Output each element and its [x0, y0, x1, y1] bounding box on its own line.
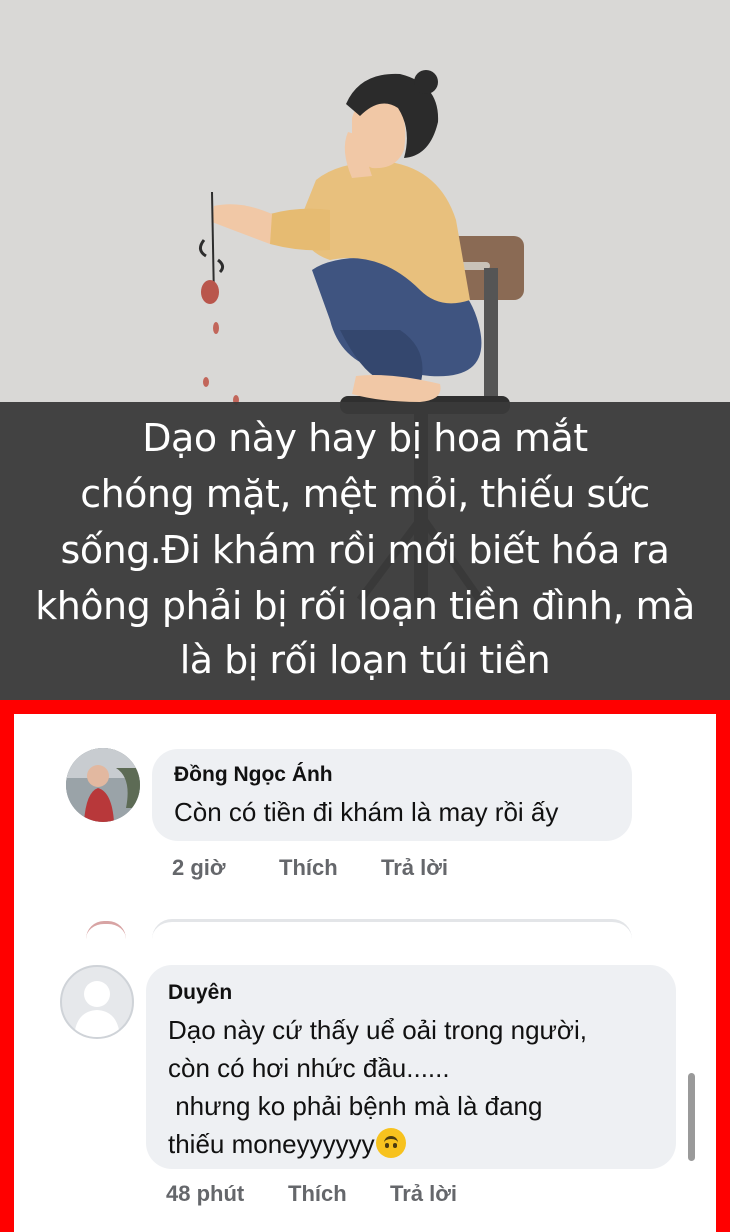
comment-text-line: còn có hơi nhức đầu...... [168, 1053, 450, 1083]
avatar[interactable] [66, 748, 140, 822]
comment-bubble: Đồng Ngọc Ánh Còn có tiền đi khám là may… [152, 749, 632, 841]
scrollbar[interactable] [688, 1073, 695, 1161]
caption-line: sống.Đi khám rồi mới biết hóa ra [60, 528, 670, 572]
comment-time[interactable]: 48 phút [166, 1181, 244, 1207]
comment-text-line: thiếu moneyyyyyy [168, 1129, 375, 1159]
comments-highlight-frame: Đồng Ngọc Ánh Còn có tiền đi khám là may… [0, 700, 730, 1232]
comment-text: Dạo này cứ thấy uể oải trong người, còn … [168, 1011, 587, 1163]
comment-author[interactable]: Đồng Ngọc Ánh [174, 763, 333, 787]
next-comment-avatar-peek [86, 921, 126, 939]
reply-button[interactable]: Trả lời [381, 855, 448, 881]
caption-line: chóng mặt, mệt mỏi, thiếu sức [80, 472, 650, 516]
comment-text-line: nhưng ko phải bệnh mà là đang [168, 1091, 543, 1121]
comment-time[interactable]: 2 giờ [172, 855, 226, 881]
comment-author[interactable]: Duyên [168, 981, 232, 1005]
reply-button[interactable]: Trả lời [390, 1181, 457, 1207]
comment-bubble: Duyên Dạo này cứ thấy uể oải trong người… [146, 965, 676, 1169]
avatar[interactable] [60, 965, 134, 1039]
comment-item: Duyên Dạo này cứ thấy uể oải trong người… [14, 939, 716, 1232]
default-avatar-icon [74, 981, 120, 1037]
profile-photo-icon [66, 748, 140, 822]
meme-image: Dạo này hay bị hoa mắt chóng mặt, mệt mỏ… [0, 0, 730, 700]
caption-line: Dạo này hay bị hoa mắt [142, 416, 588, 460]
comment-item: Đồng Ngọc Ánh Còn có tiền đi khám là may… [14, 714, 716, 939]
like-button[interactable]: Thích [288, 1181, 347, 1207]
comment-text-line-last: thiếu moneyyyyyy [168, 1125, 587, 1163]
next-comment-bubble-peek [152, 919, 632, 939]
comment-text-line: Dạo này cứ thấy uể oải trong người, [168, 1015, 587, 1045]
caption-line: không phải bị rối loạn tiền đình, mà [35, 584, 695, 628]
upside-down-face-icon [375, 1128, 406, 1158]
comment-text: Còn có tiền đi khám là may rồi ấy [174, 797, 559, 827]
like-button[interactable]: Thích [279, 855, 338, 881]
caption-line: là bị rối loạn túi tiền [179, 638, 551, 682]
